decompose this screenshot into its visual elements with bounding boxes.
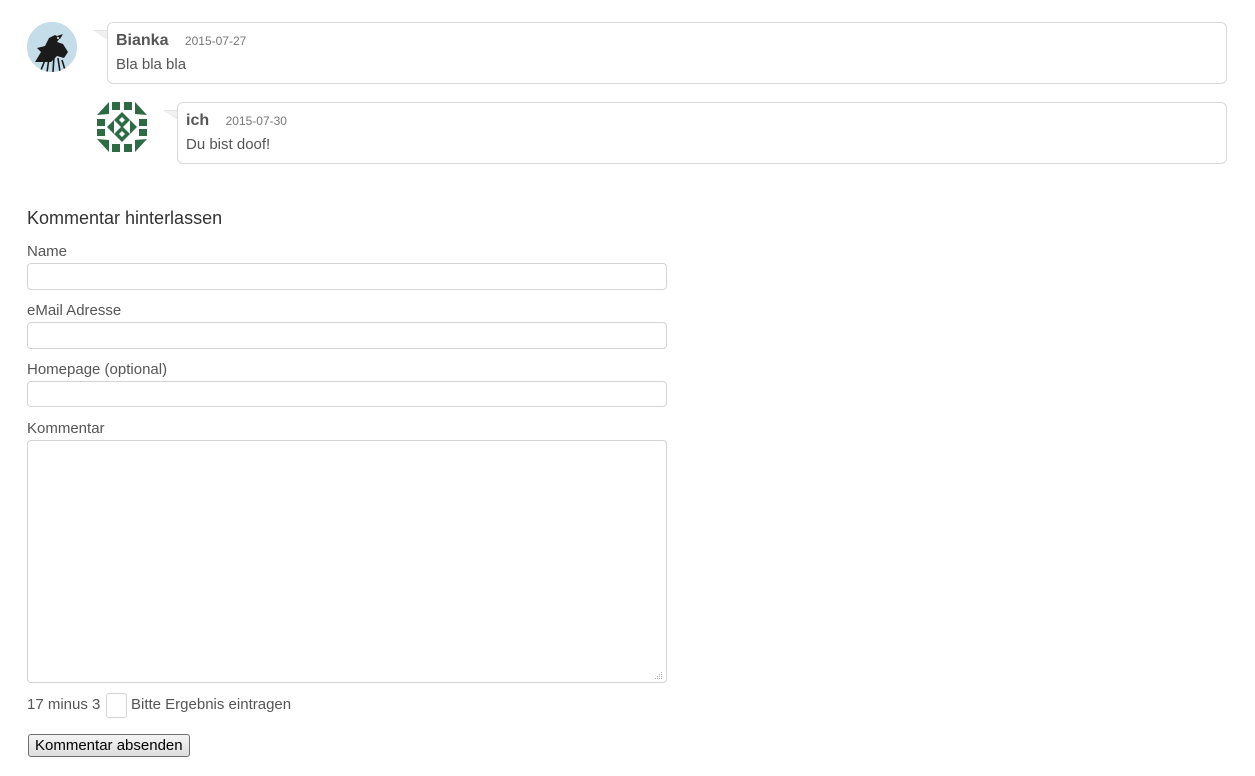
- comment-textarea[interactable]: [27, 440, 667, 683]
- resize-grip-icon[interactable]: [654, 671, 663, 680]
- comment-form-title: Kommentar hinterlassen: [27, 208, 223, 228]
- homepage-input[interactable]: [27, 381, 667, 407]
- comment-author: ich: [186, 112, 210, 129]
- comment-author: Bianka: [116, 32, 169, 49]
- homepage-label: Homepage (optional): [27, 361, 168, 378]
- name-label: Name: [27, 243, 68, 260]
- comment-bubble: Bianka 2015-07-27 Bla bla bla: [93, 22, 1227, 84]
- page: Bianka 2015-07-27 Bla bla bla ich 2015-0…: [0, 0, 1255, 776]
- comment-label: Kommentar: [27, 420, 105, 437]
- comment-header: Bianka 2015-07-27: [116, 32, 246, 50]
- comment-header: ich 2015-07-30: [186, 112, 287, 130]
- comment-bubble: ich 2015-07-30 Du bist doof!: [163, 102, 1227, 164]
- captcha-question: 17 minus 3: [27, 696, 101, 713]
- submit-comment-button[interactable]: Kommentar absenden: [28, 734, 190, 757]
- comment-text: Bla bla bla: [116, 56, 187, 73]
- comment-date: 2015-07-30: [225, 114, 287, 128]
- captcha-input[interactable]: [106, 693, 127, 718]
- name-input[interactable]: [27, 263, 667, 290]
- bird-avatar-icon: [27, 22, 77, 72]
- email-input[interactable]: [27, 322, 667, 349]
- identicon-avatar-icon: [97, 102, 147, 152]
- email-label: eMail Adresse: [27, 302, 122, 319]
- captcha-hint: Bitte Ergebnis eintragen: [131, 696, 292, 713]
- comment-date: 2015-07-27: [184, 34, 247, 48]
- comment-text: Du bist doof!: [186, 136, 271, 153]
